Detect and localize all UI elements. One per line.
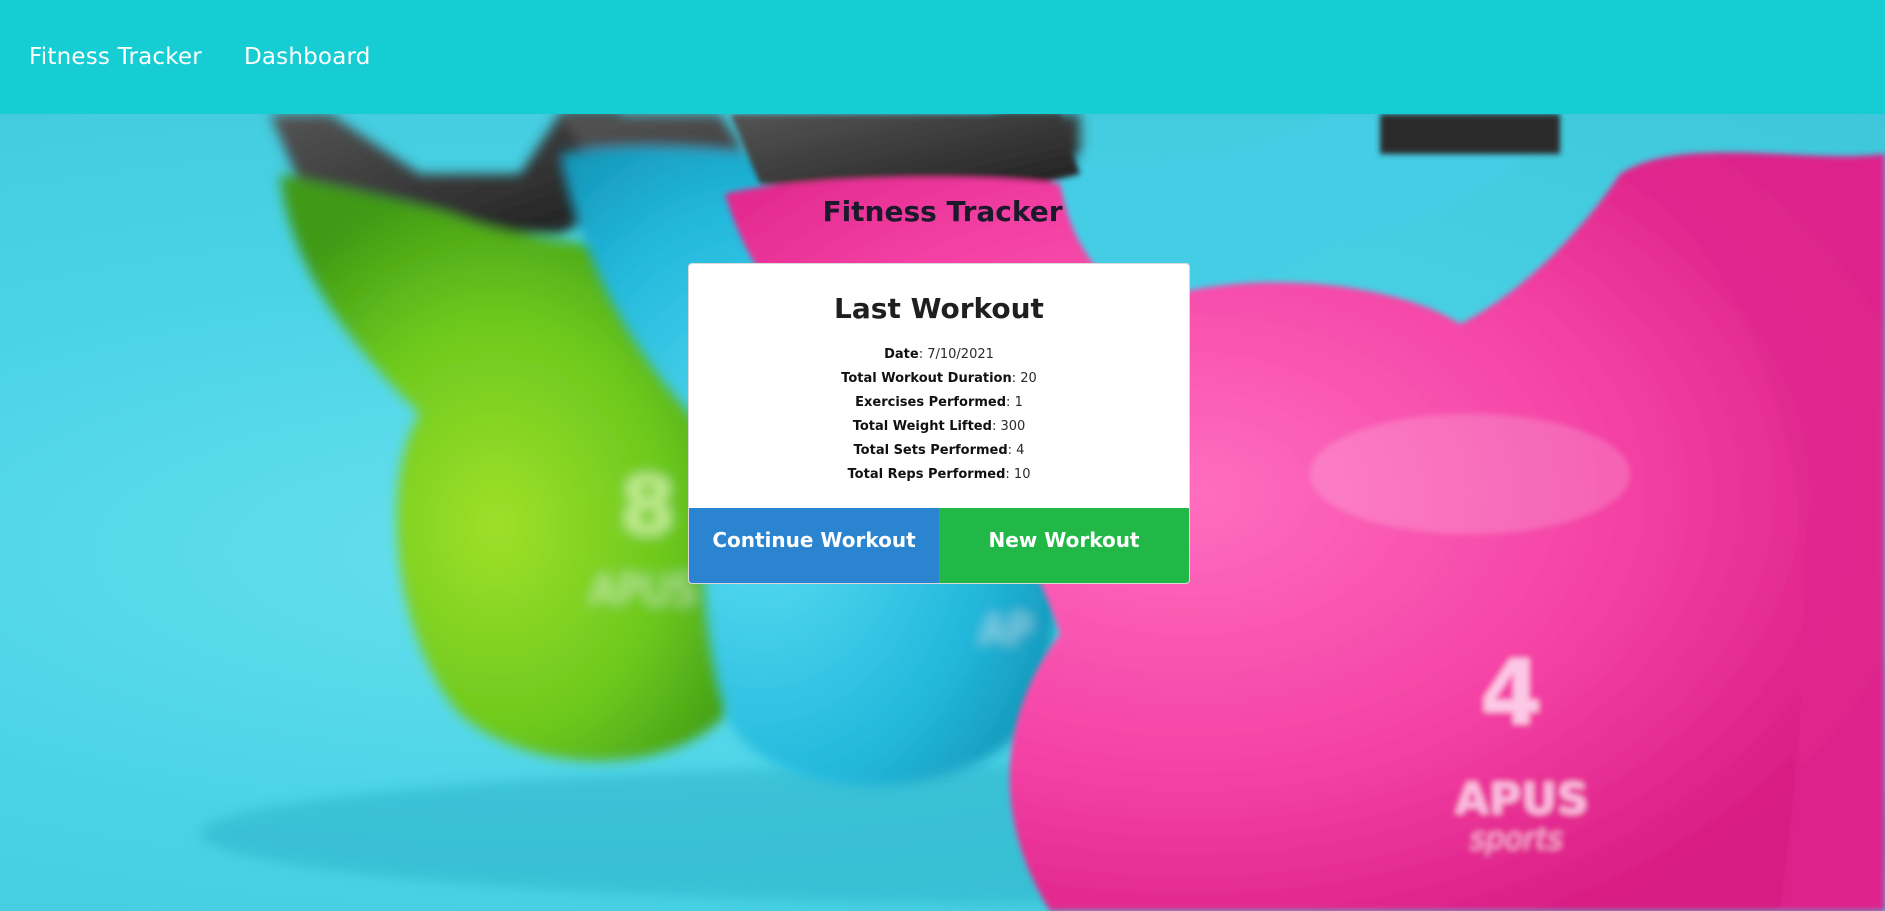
brand-link[interactable]: Fitness Tracker: [29, 44, 202, 70]
card-title: Last Workout: [834, 292, 1044, 325]
stat-total-reps-performed: Total Reps Performed: 10: [847, 467, 1031, 482]
stat-total-sets-performed: Total Sets Performed: 4: [853, 443, 1025, 458]
continue-workout-button[interactable]: Continue Workout: [689, 508, 939, 583]
stat-value: 4: [1016, 443, 1025, 458]
stat-total-workout-duration: Total Workout Duration: 20: [841, 371, 1037, 386]
stat-label: Total Workout Duration: [841, 371, 1012, 386]
page-title: Fitness Tracker: [822, 195, 1063, 228]
stat-value: 10: [1013, 467, 1031, 482]
svg-text:APUS: APUS: [1455, 774, 1589, 825]
stat-total-weight-lifted: Total Weight Lifted: 300: [852, 419, 1026, 434]
dashboard-link[interactable]: Dashboard: [244, 44, 371, 70]
svg-text:sports: sports: [1470, 822, 1563, 857]
svg-text:4: 4: [1480, 641, 1543, 746]
stat-value: 7/10/2021: [927, 347, 994, 362]
svg-text:8: 8: [620, 460, 676, 553]
svg-text:APUS: APUS: [590, 568, 696, 614]
workout-stats: Date: 7/10/2021 Total Workout Duration: …: [689, 343, 1189, 487]
stat-value: 20: [1020, 371, 1037, 386]
stat-value: 300: [1000, 419, 1026, 434]
navbar: Fitness Tracker Dashboard: [0, 0, 1885, 114]
new-workout-button[interactable]: New Workout: [939, 508, 1189, 583]
card-actions: Continue Workout New Workout: [689, 508, 1189, 583]
stat-label: Total Sets Performed: [853, 443, 1008, 458]
stat-exercises-performed: Exercises Performed: 1: [855, 395, 1023, 410]
last-workout-card: Last Workout Date: 7/10/2021 Total Worko…: [688, 263, 1190, 584]
stat-label: Total Weight Lifted: [852, 419, 992, 434]
stat-label: Total Reps Performed: [847, 467, 1006, 482]
stat-date: Date: 7/10/2021: [884, 347, 994, 362]
stat-value: 1: [1014, 395, 1023, 410]
stat-label: Date: [884, 347, 919, 362]
svg-text:AP: AP: [980, 608, 1031, 654]
stat-label: Exercises Performed: [855, 395, 1007, 410]
